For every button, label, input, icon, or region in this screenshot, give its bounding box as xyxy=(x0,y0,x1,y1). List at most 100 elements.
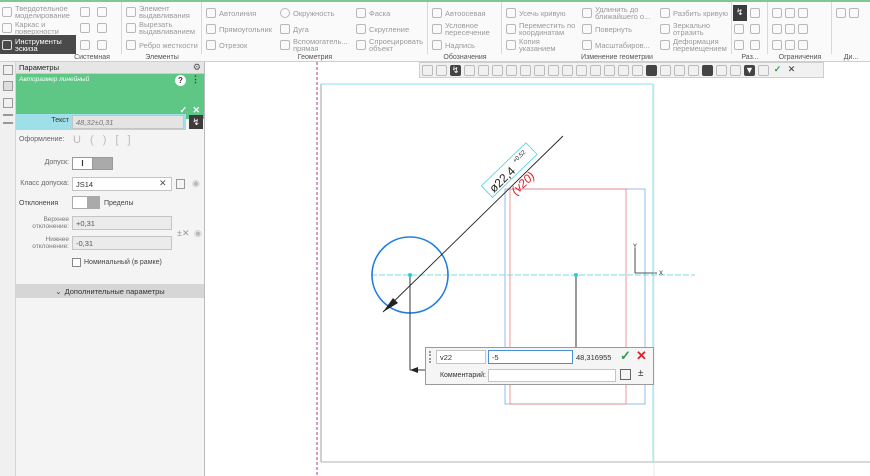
ribbon-constraint-1[interactable] xyxy=(772,7,811,19)
grid-icon[interactable] xyxy=(492,64,503,76)
ribbon-solid-modeling[interactable]: Твердотельное моделирование xyxy=(2,5,79,19)
constraint-mode-icon[interactable] xyxy=(716,64,727,76)
ribbon-diag-1[interactable] xyxy=(836,7,862,19)
ribbon-dim-2[interactable] xyxy=(750,7,763,19)
view-cube-icon[interactable] xyxy=(632,64,643,76)
popup-drag-handle[interactable] xyxy=(429,351,433,363)
zoom-icon[interactable] xyxy=(562,64,573,76)
ribbon-rib[interactable]: Ребро жесткости xyxy=(126,39,199,51)
ribbon-constraint-2[interactable] xyxy=(772,23,811,35)
zoom-all-icon[interactable] xyxy=(422,64,433,76)
lower-deviation-field[interactable]: -0,31 xyxy=(72,236,172,250)
tolerance-toggle[interactable]: I xyxy=(72,157,113,170)
rotate-view-icon[interactable] xyxy=(618,64,629,76)
pen-icon[interactable] xyxy=(464,64,475,76)
ribbon-move-coords[interactable]: Переместить по координатам xyxy=(506,22,577,36)
ribbon-dim-6[interactable] xyxy=(750,39,763,51)
measure-icon[interactable] xyxy=(520,64,531,76)
ribbon-dim-5[interactable] xyxy=(734,39,747,51)
params-icon[interactable] xyxy=(3,81,13,91)
ribbon-redo[interactable] xyxy=(97,39,110,51)
curve-icon[interactable] xyxy=(534,64,545,76)
ribbon-break-curve[interactable]: Разбить кривую xyxy=(660,7,728,19)
ribbon-dim-3[interactable] xyxy=(734,23,747,35)
deviation-swap-icon[interactable]: ±✕ xyxy=(177,228,189,239)
ribbon-scale[interactable]: Масштабиров... xyxy=(582,39,650,51)
panel-settings-gear-icon[interactable]: ⚙ xyxy=(193,62,201,73)
ribbon-autoaxis[interactable]: Автоосевая xyxy=(432,7,486,19)
circle-center-point[interactable] xyxy=(408,273,412,277)
zoom-window-icon[interactable] xyxy=(576,64,587,76)
ribbon-conditional-intersection[interactable]: Условное пересечение xyxy=(432,22,495,36)
ribbon-segment[interactable]: Отрезок xyxy=(206,39,247,51)
popup-confirm-check-icon[interactable]: ✓ xyxy=(620,348,631,364)
variables-icon[interactable] xyxy=(3,98,13,108)
ribbon-paste[interactable] xyxy=(97,22,110,34)
visibility-icon[interactable] xyxy=(674,64,685,76)
label-mode-icon[interactable] xyxy=(730,64,741,76)
right-point[interactable] xyxy=(574,273,578,277)
fit-class-table-icon[interactable] xyxy=(176,179,185,189)
ribbon-circle[interactable]: Окружность xyxy=(280,7,334,19)
ribbon-wireframe[interactable]: Каркас и поверхности xyxy=(2,21,79,35)
ribbon-copy-indicate[interactable]: Копия указанием xyxy=(506,38,569,52)
ribbon-trim[interactable]: Усечь кривую xyxy=(506,7,566,19)
ribbon-deform[interactable]: Деформация перемещением xyxy=(660,38,729,52)
ribbon-cut-extrude[interactable]: Вырезать выдавливанием xyxy=(126,21,199,35)
layers-icon[interactable] xyxy=(478,64,489,76)
ribbon-chamfer[interactable]: Фаска xyxy=(356,7,390,19)
hide-icon[interactable] xyxy=(660,64,671,76)
menu-lines-icon[interactable] xyxy=(3,114,13,124)
ribbon-auto-dimension[interactable]: ↯ xyxy=(733,5,747,21)
comment-field[interactable] xyxy=(488,369,616,382)
filter-icon[interactable]: ▼ xyxy=(744,64,755,76)
ribbon-dim-4[interactable] xyxy=(750,23,763,35)
fit-class-eye-icon[interactable]: ◉ xyxy=(192,178,200,189)
additional-params-toggle[interactable]: ⌄ Дополнительные параметры xyxy=(16,284,204,298)
section-icon[interactable] xyxy=(688,64,699,76)
ribbon-open[interactable] xyxy=(97,6,110,18)
text-edit-button[interactable]: ↯ xyxy=(189,115,203,129)
ribbon-autoline[interactable]: Автолиния xyxy=(206,7,256,19)
ribbon-project[interactable]: Спроецировать объект xyxy=(356,38,425,52)
fit-class-clear-icon[interactable]: ✕ xyxy=(159,178,167,189)
text-field[interactable]: 48,32±0,31 xyxy=(72,115,184,129)
popup-cancel-close-icon[interactable]: ✕ xyxy=(636,348,647,364)
ribbon-aux-line[interactable]: Вспомогатель... прямая xyxy=(280,38,351,52)
upper-deviation-field[interactable]: +0,31 xyxy=(72,216,172,230)
pan-icon[interactable] xyxy=(604,64,615,76)
drawing-canvas[interactable]: ø22,4 +0,52 (v20) X Y xyxy=(205,62,870,476)
deviations-toggle[interactable] xyxy=(72,196,100,209)
ortho-icon[interactable] xyxy=(506,64,517,76)
ribbon-extend[interactable]: Удлинить до ближайшего о... xyxy=(582,6,661,20)
ribbon-copy[interactable] xyxy=(80,22,93,34)
dimension-mode-icon[interactable] xyxy=(702,64,713,76)
format-symbols[interactable]: U ( ) [ ] xyxy=(73,134,134,146)
popup-plusminus-icon[interactable]: ± xyxy=(638,368,644,379)
expression-field[interactable]: -5 xyxy=(488,350,573,364)
toolbar-confirm-check-icon[interactable]: ✓ xyxy=(772,64,783,76)
help-icon[interactable]: ? xyxy=(175,75,186,86)
ribbon-undo[interactable] xyxy=(80,39,93,51)
ribbon-rectangle[interactable]: Прямоугольник xyxy=(206,23,272,35)
zoom-out-icon[interactable] xyxy=(590,64,601,76)
ribbon-fillet[interactable]: Скругление xyxy=(356,23,409,35)
deviation-eye-icon[interactable]: ◉ xyxy=(194,228,202,239)
fit-class-field[interactable]: JS14 xyxy=(72,177,172,191)
nominal-framed-checkbox[interactable] xyxy=(72,258,81,267)
popup-settings-icon[interactable] xyxy=(620,369,631,380)
ribbon-label-text[interactable]: Надпись xyxy=(432,39,475,51)
ribbon-sketch-tools[interactable]: Инструменты эскиза xyxy=(2,38,75,52)
ribbon-rotate[interactable]: Повернуть xyxy=(582,23,632,35)
toolbar-pen-icon[interactable] xyxy=(758,64,769,76)
angle-icon[interactable] xyxy=(548,64,559,76)
ribbon-new-doc[interactable] xyxy=(80,6,93,18)
ribbon-constraint-3[interactable] xyxy=(772,39,811,51)
tree-icon[interactable] xyxy=(3,65,13,75)
variable-name-field[interactable]: v22 xyxy=(436,350,486,364)
select-icon[interactable] xyxy=(436,64,447,76)
ribbon-arc[interactable]: Дуга xyxy=(280,23,309,35)
ribbon-mirror[interactable]: Зеркально отразить xyxy=(660,22,725,36)
snap-icon[interactable]: ↯ xyxy=(450,64,461,76)
toolbar-cancel-close-icon[interactable]: ✕ xyxy=(786,64,797,76)
